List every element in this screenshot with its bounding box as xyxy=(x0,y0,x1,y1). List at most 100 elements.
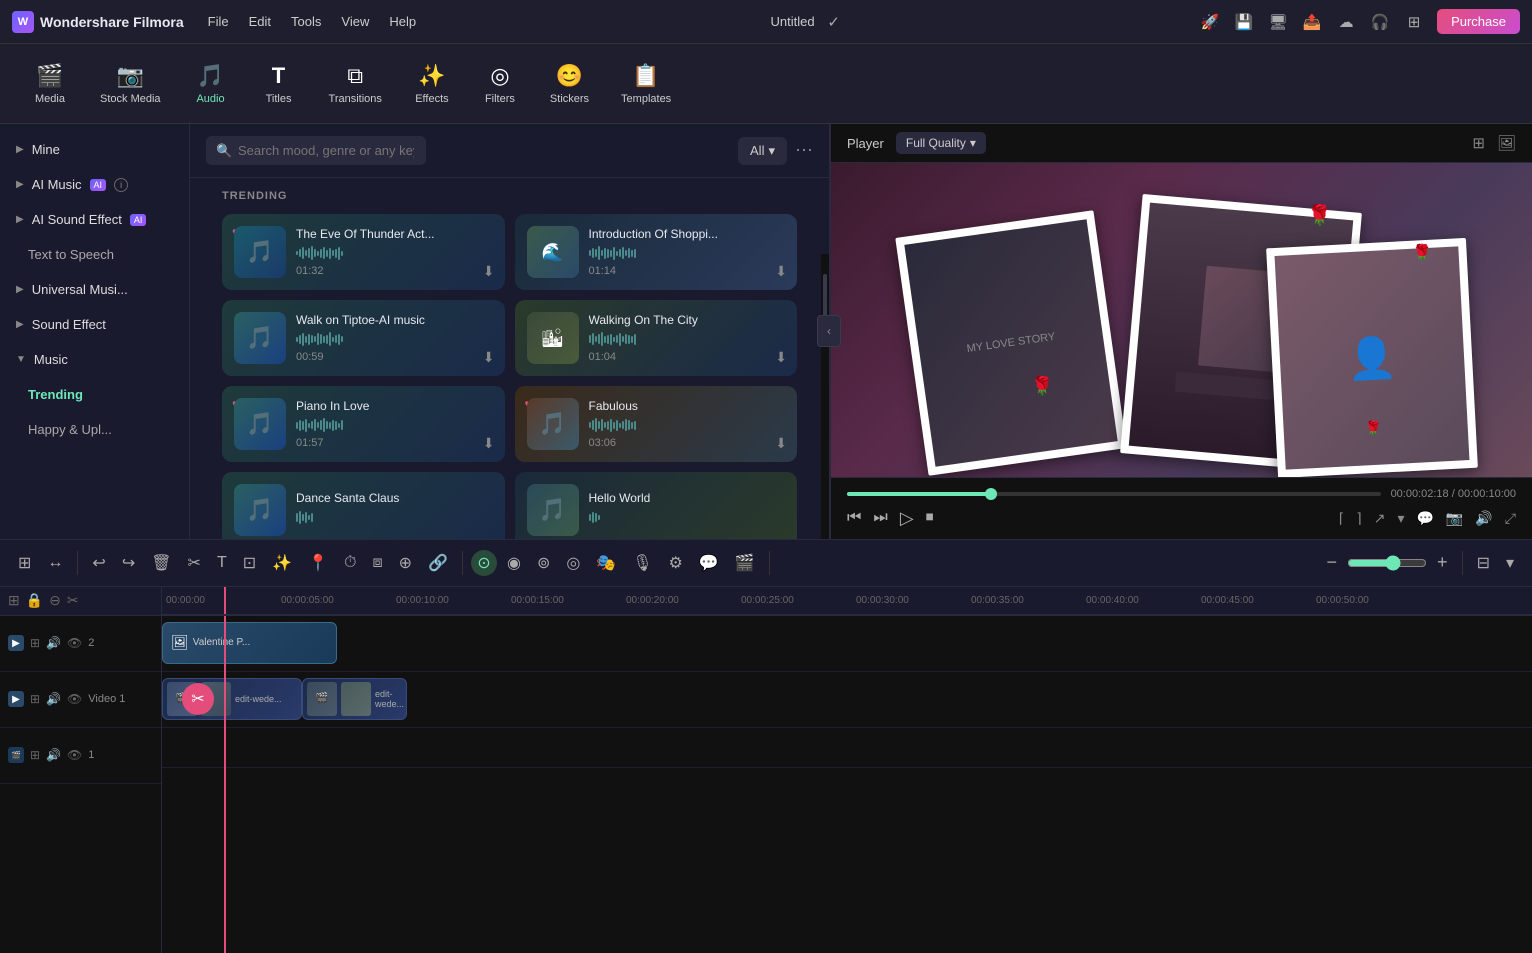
menu-view[interactable]: View xyxy=(341,14,369,29)
mask-button[interactable]: 🎭 xyxy=(590,549,622,577)
track-card-8[interactable]: 🎵 Hello World xyxy=(515,472,798,539)
track-card-2[interactable]: 🌊 Introduction Of Shoppi... 01:14 ⬇ xyxy=(515,214,798,290)
sidebar-item-ai-sound-effect[interactable]: ▶ AI Sound Effect AI xyxy=(0,202,189,237)
play-button[interactable]: ▷ xyxy=(900,508,914,529)
audio-duck-button[interactable]: 🎙 xyxy=(626,549,658,577)
track-2-add-icon[interactable]: ⊞ xyxy=(30,636,40,650)
track-1-add-icon[interactable]: ⊞ xyxy=(30,692,40,706)
track-3-download-icon[interactable]: ⬇ xyxy=(483,349,495,366)
magnetic-button[interactable]: ↔ xyxy=(41,550,69,576)
menu-tools[interactable]: Tools xyxy=(291,14,321,29)
toolbar-stock-media[interactable]: 📷 Stock Media xyxy=(88,55,173,113)
track-5-download-icon[interactable]: ⬇ xyxy=(483,435,495,452)
more-ctrl-button[interactable]: ▾ xyxy=(1397,510,1404,527)
sidebar-item-ai-music[interactable]: ▶ AI Music AI i xyxy=(0,167,189,202)
menu-file[interactable]: File xyxy=(208,14,229,29)
volume-button[interactable]: 🔊 xyxy=(1475,510,1492,527)
multi-trim-button[interactable]: ⧈ xyxy=(366,550,388,576)
track-4-download-icon[interactable]: ⬇ xyxy=(775,349,787,366)
effects-button[interactable]: ✨ xyxy=(266,549,298,577)
clip-video2[interactable]: 🎬 edit-wede... xyxy=(302,678,407,720)
cut-button[interactable]: ✂ xyxy=(182,549,207,577)
sidebar-item-sound-effect[interactable]: ▶ Sound Effect xyxy=(0,307,189,342)
ai-music-info[interactable]: i xyxy=(114,178,128,192)
tl-lock-icon[interactable]: 🔒 xyxy=(26,592,43,609)
toolbar-transitions[interactable]: ⧉ Transitions xyxy=(317,55,394,113)
undo-button[interactable]: ↩ xyxy=(86,549,111,577)
track-2-eye-icon[interactable]: 👁 xyxy=(67,636,82,650)
timer-button[interactable]: ⏱ xyxy=(338,550,362,576)
toolbar-titles[interactable]: T Titles xyxy=(249,55,309,113)
auto-caption-button[interactable]: 💬 xyxy=(693,549,725,577)
track-2-download-icon[interactable]: ⬇ xyxy=(775,263,787,280)
track-2-audio-icon[interactable]: 🔊 xyxy=(46,636,61,650)
track-card-4[interactable]: 🏙 Walking On The City 01:04 ⬇ xyxy=(515,300,798,376)
crop-button[interactable]: ⊡ xyxy=(237,549,262,577)
mark-in-button[interactable]: ⌈ xyxy=(1339,510,1344,527)
toolbar-templates[interactable]: 📋 Templates xyxy=(609,55,683,113)
sidebar-item-trending[interactable]: Trending xyxy=(0,377,189,412)
collapse-panel-button[interactable]: ‹ xyxy=(817,315,841,347)
split-audio-button[interactable]: ⊕ xyxy=(393,549,418,577)
track-card-5[interactable]: ♥ 🎵 Piano In Love 01:57 xyxy=(222,386,505,462)
track-1-download-icon[interactable]: ⬇ xyxy=(483,263,495,280)
ai-tool-button[interactable]: ⚙ xyxy=(663,549,689,577)
quality-select[interactable]: Full Quality ▾ xyxy=(896,132,986,154)
filter-all-button[interactable]: All ▾ xyxy=(738,137,787,165)
tl-collapse-icon[interactable]: ⊖ xyxy=(49,592,61,609)
track-1-audio-icon[interactable]: 🔊 xyxy=(46,692,61,706)
zoom-out-button[interactable]: − xyxy=(1321,548,1344,577)
track-1-eye-icon[interactable]: 👁 xyxy=(67,692,82,706)
track-6-download-icon[interactable]: ⬇ xyxy=(775,435,787,452)
tl-cut-icon[interactable]: ✂ xyxy=(67,592,79,609)
fullscreen-button[interactable]: ⤢ xyxy=(1505,510,1516,527)
redo-button[interactable]: ↪ xyxy=(116,549,141,577)
rocket-icon[interactable]: 🚀 xyxy=(1199,11,1221,33)
search-input[interactable] xyxy=(206,136,426,165)
image-view-button[interactable]: 🖼 xyxy=(1497,134,1516,152)
video-track-add-icon[interactable]: ⊞ xyxy=(30,748,40,762)
sidebar-item-music[interactable]: ▼ Music xyxy=(0,342,189,377)
clip-valentine[interactable]: 🖼 Valentine P... xyxy=(162,622,337,664)
color-correct-button[interactable]: ⊙ xyxy=(471,550,497,576)
toolbar-effects[interactable]: ✨ Effects xyxy=(402,55,462,113)
sidebar-item-mine[interactable]: ▶ Mine xyxy=(0,132,189,167)
track-card-3[interactable]: 🎵 Walk on Tiptoe-AI music 00:59 ⬇ xyxy=(222,300,505,376)
purchase-button[interactable]: Purchase xyxy=(1437,9,1520,34)
video-effect-button[interactable]: 🎬 xyxy=(729,549,761,577)
snapshot-button[interactable]: 📷 xyxy=(1446,510,1463,527)
text-button[interactable]: T xyxy=(211,550,233,576)
rewind-button[interactable]: ⏮ xyxy=(847,509,861,527)
sidebar-item-universal-music[interactable]: ▶ Universal Musi... xyxy=(0,272,189,307)
track-card-1[interactable]: ♥ 🎵 The Eve Of Thunder Act... 01:32 xyxy=(222,214,505,290)
track-view-button[interactable]: ⊟ xyxy=(1471,549,1496,577)
toolbar-filters[interactable]: ◎ Filters xyxy=(470,55,530,113)
audio-scroll-area[interactable]: TRENDING ♥ 🎵 The Eve Of Thunder Act... xyxy=(190,178,829,539)
tl-add-track-icon[interactable]: ⊞ xyxy=(8,592,20,609)
subtitle-button[interactable]: 💬 xyxy=(1416,510,1433,527)
zoom-in-button[interactable]: + xyxy=(1431,548,1454,577)
chain-button[interactable]: 🔗 xyxy=(422,549,454,577)
toolbar-media[interactable]: 🎬 Media xyxy=(20,55,80,113)
menu-help[interactable]: Help xyxy=(389,14,416,29)
track-card-7[interactable]: 🎵 Dance Santa Claus xyxy=(222,472,505,539)
cloud-icon[interactable]: ☁ xyxy=(1335,11,1357,33)
progress-bar[interactable] xyxy=(847,492,1381,496)
video-track-eye-icon[interactable]: 👁 xyxy=(67,748,82,762)
stop-button[interactable]: ⏹ xyxy=(926,509,934,527)
motion-track-button[interactable]: ◉ xyxy=(501,549,527,577)
sidebar-item-text-to-speech[interactable]: Text to Speech xyxy=(0,237,189,272)
add-marker-button[interactable]: 📍 xyxy=(302,549,334,577)
track-card-6[interactable]: ♥ 🎵 Fabulous 03:06 xyxy=(515,386,798,462)
screen-icon[interactable]: 🖥 xyxy=(1267,11,1289,33)
toolbar-audio[interactable]: 🎵 Audio xyxy=(181,55,241,113)
zoom-slider[interactable] xyxy=(1347,555,1427,571)
toolbar-stickers[interactable]: 😊 Stickers xyxy=(538,55,601,113)
stabilize-button[interactable]: ⊚ xyxy=(531,549,556,577)
snap-to-grid-button[interactable]: ⊞ xyxy=(12,549,37,577)
mark-out-button[interactable]: ⌉ xyxy=(1356,510,1361,527)
video-track-audio-icon[interactable]: 🔊 xyxy=(46,748,61,762)
render-preview-button[interactable]: ↗ xyxy=(1374,510,1386,527)
more-options-button[interactable]: ⋯ xyxy=(795,140,813,161)
save-icon[interactable]: 💾 xyxy=(1233,11,1255,33)
